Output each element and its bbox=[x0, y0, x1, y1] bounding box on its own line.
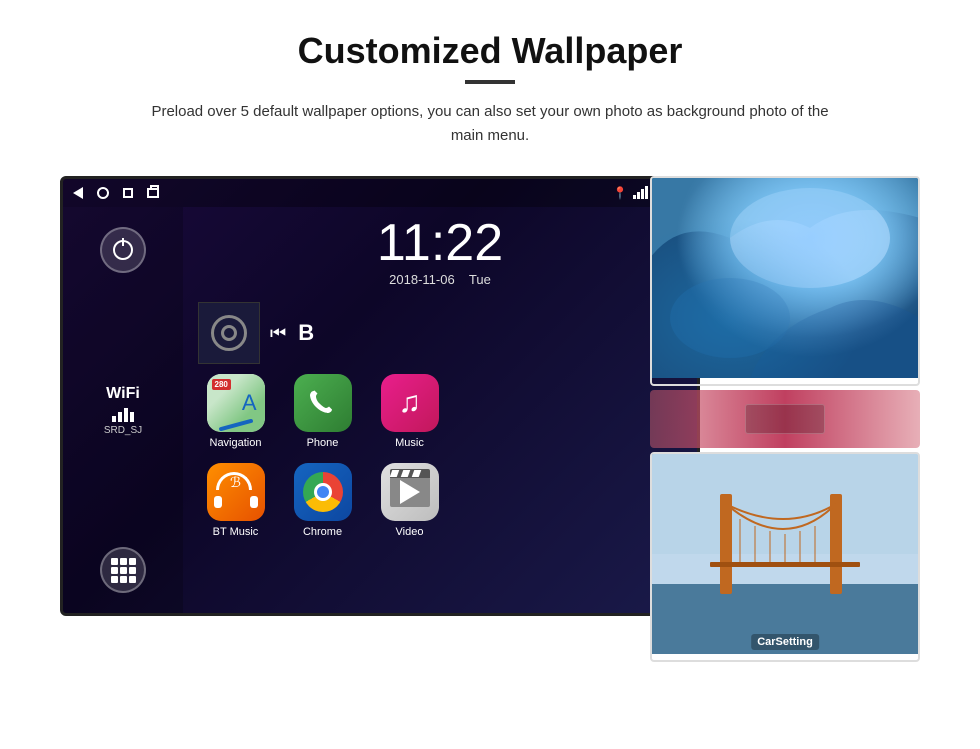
bt-headphone-container: ℬ bbox=[214, 472, 258, 512]
prev-button[interactable]: ⏮ bbox=[270, 323, 286, 344]
letter-b: B bbox=[298, 320, 314, 346]
navigation-icon: 280 A bbox=[207, 374, 265, 432]
clock-day: Tue bbox=[469, 272, 491, 287]
media-thumbnail bbox=[198, 302, 260, 364]
app-chrome[interactable]: Chrome bbox=[285, 463, 360, 538]
clock-area: 11:22 2018-11-06 Tue bbox=[198, 217, 682, 287]
phone-label: Phone bbox=[307, 437, 339, 449]
wallpaper-bottom[interactable]: CarSetting bbox=[650, 452, 920, 662]
bt-ear-right bbox=[250, 496, 258, 508]
title-divider bbox=[465, 80, 515, 84]
clock-time: 11:22 bbox=[198, 217, 682, 269]
video-clap-top bbox=[390, 469, 430, 478]
media-icon bbox=[211, 315, 247, 351]
wifi-label: WiFi bbox=[104, 385, 142, 403]
video-play-triangle bbox=[400, 480, 420, 504]
music-note-icon: ♫ bbox=[398, 386, 421, 420]
wallpaper-bridge: CarSetting bbox=[652, 454, 918, 654]
chrome-label: Chrome bbox=[303, 526, 342, 538]
video-clapboard bbox=[387, 472, 433, 512]
grid-icon bbox=[111, 558, 136, 583]
nav-map: 280 A bbox=[207, 374, 265, 432]
app-navigation[interactable]: 280 A Navigation bbox=[198, 374, 273, 449]
app-video[interactable]: Video bbox=[372, 463, 447, 538]
app-phone[interactable]: Phone bbox=[285, 374, 360, 449]
back-button[interactable] bbox=[73, 187, 83, 199]
page-subtitle: Preload over 5 default wallpaper options… bbox=[140, 100, 840, 148]
app-row-2: ℬ BT Music Chrome bbox=[198, 463, 682, 538]
navigation-label: Navigation bbox=[210, 437, 262, 449]
apps-button[interactable] bbox=[100, 547, 146, 593]
wifi-widget: WiFi SRD_SJ bbox=[104, 385, 142, 436]
android-screen: 📍 11:22 WiFi bbox=[60, 176, 700, 616]
chrome-icon bbox=[294, 463, 352, 521]
app-music[interactable]: ♫ Music bbox=[372, 374, 447, 449]
video-label: Video bbox=[396, 526, 424, 538]
home-button[interactable] bbox=[97, 187, 109, 199]
bridge-svg bbox=[652, 454, 918, 654]
main-content: 📍 11:22 WiFi bbox=[60, 176, 920, 616]
carsetting-label[interactable]: CarSetting bbox=[751, 634, 819, 650]
wallpaper-ice bbox=[652, 178, 918, 378]
nav-badge: 280 bbox=[212, 379, 231, 390]
android-main: WiFi SRD_SJ bbox=[63, 207, 697, 613]
music-label: Music bbox=[395, 437, 424, 449]
app-btmusic[interactable]: ℬ BT Music bbox=[198, 463, 273, 538]
wifi-indicator bbox=[633, 187, 648, 199]
media-controls: ⏮ B bbox=[270, 320, 314, 346]
wifi-bars bbox=[104, 406, 142, 422]
device-strip bbox=[745, 404, 825, 434]
wallpaper-top[interactable] bbox=[650, 176, 920, 386]
btmusic-icon: ℬ bbox=[207, 463, 265, 521]
app-row-1: 280 A Navigation bbox=[198, 374, 682, 449]
location-icon: 📍 bbox=[613, 186, 628, 200]
screenshot-button[interactable] bbox=[147, 188, 159, 198]
media-inner-icon bbox=[221, 325, 237, 341]
status-bar: 📍 11:22 bbox=[63, 179, 697, 207]
media-widget: ⏮ B bbox=[198, 302, 682, 364]
phone-svg bbox=[307, 387, 339, 419]
clock-date-value: 2018-11-06 bbox=[389, 272, 455, 287]
ice-cave-svg bbox=[652, 178, 918, 378]
page-title: Customized Wallpaper bbox=[298, 30, 683, 72]
bt-ear-left bbox=[214, 496, 222, 508]
btmusic-label: BT Music bbox=[213, 526, 259, 538]
nav-road bbox=[218, 419, 253, 432]
power-button[interactable] bbox=[100, 227, 146, 273]
android-center: 11:22 2018-11-06 Tue ⏮ bbox=[183, 207, 697, 613]
wallpaper-panels: CarSetting bbox=[650, 176, 920, 662]
video-board-body bbox=[390, 477, 430, 507]
phone-icon bbox=[294, 374, 352, 432]
clock-date: 2018-11-06 Tue bbox=[198, 272, 682, 287]
music-icon: ♫ bbox=[381, 374, 439, 432]
recent-button[interactable] bbox=[123, 188, 133, 198]
wifi-ssid: SRD_SJ bbox=[104, 425, 142, 436]
left-sidebar: WiFi SRD_SJ bbox=[63, 207, 183, 613]
chrome-circle bbox=[303, 472, 343, 512]
nav-compass: A bbox=[242, 390, 257, 416]
power-icon bbox=[113, 240, 133, 260]
chrome-inner bbox=[314, 483, 332, 501]
bt-symbol: ℬ bbox=[230, 474, 241, 491]
status-bar-nav bbox=[73, 187, 159, 199]
video-icon bbox=[381, 463, 439, 521]
wallpaper-mid-strip bbox=[650, 390, 920, 448]
